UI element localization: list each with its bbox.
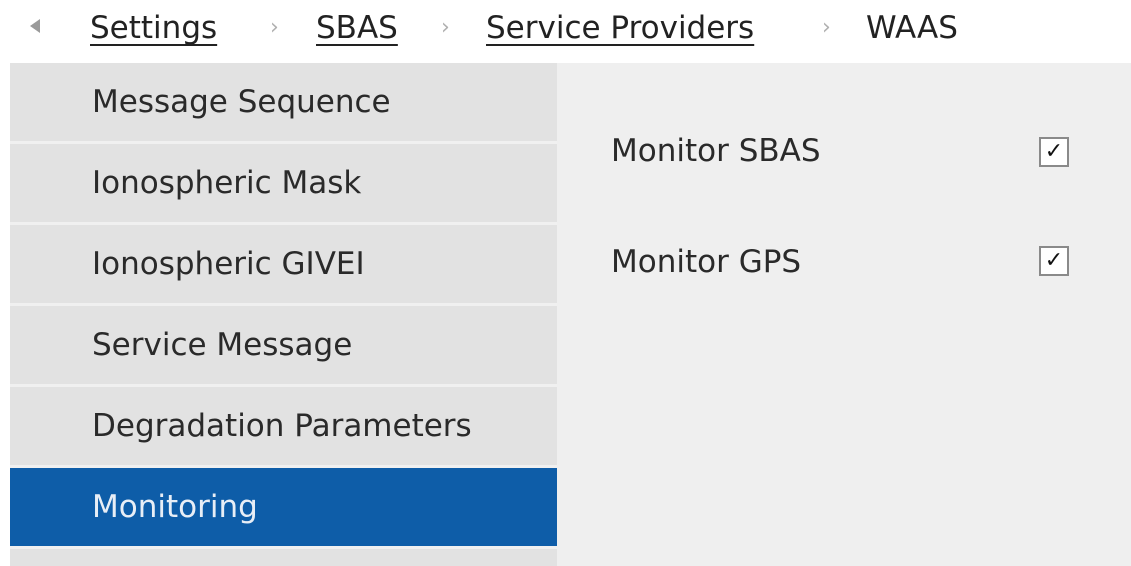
sidebar-item-partial[interactable] xyxy=(10,549,557,566)
breadcrumb-service-providers[interactable]: Service Providers xyxy=(486,8,754,48)
monitoring-panel: Monitor SBAS ✓ Monitor GPS ✓ xyxy=(557,63,1131,566)
sidebar-item-service-message[interactable]: Service Message xyxy=(10,306,557,384)
breadcrumb-sbas[interactable]: SBAS xyxy=(316,8,398,48)
breadcrumb: Settings › SBAS › Service Providers › WA… xyxy=(0,0,1131,58)
sidebar: Message Sequence Ionospheric Mask Ionosp… xyxy=(10,63,557,566)
monitor-sbas-checkbox[interactable]: ✓ xyxy=(1039,137,1069,167)
breadcrumb-current-waas: WAAS xyxy=(866,10,958,46)
sidebar-item-ionospheric-mask[interactable]: Ionospheric Mask xyxy=(10,144,557,222)
breadcrumb-separator-icon: › xyxy=(441,15,450,40)
monitor-gps-checkbox[interactable]: ✓ xyxy=(1039,246,1069,276)
sidebar-item-ionospheric-givei[interactable]: Ionospheric GIVEI xyxy=(10,225,557,303)
breadcrumb-separator-icon: › xyxy=(270,15,279,40)
checkmark-icon: ✓ xyxy=(1044,139,1064,164)
sidebar-item-monitoring[interactable]: Monitoring xyxy=(10,468,557,546)
breadcrumb-settings[interactable]: Settings xyxy=(90,8,217,48)
sidebar-item-message-sequence[interactable]: Message Sequence xyxy=(10,63,557,141)
sidebar-item-degradation-parameters[interactable]: Degradation Parameters xyxy=(10,387,557,465)
monitor-sbas-label: Monitor SBAS xyxy=(611,133,821,169)
breadcrumb-separator-icon: › xyxy=(822,15,831,40)
checkmark-icon: ✓ xyxy=(1044,248,1064,273)
back-arrow-icon[interactable] xyxy=(30,19,40,33)
monitor-gps-label: Monitor GPS xyxy=(611,244,802,280)
